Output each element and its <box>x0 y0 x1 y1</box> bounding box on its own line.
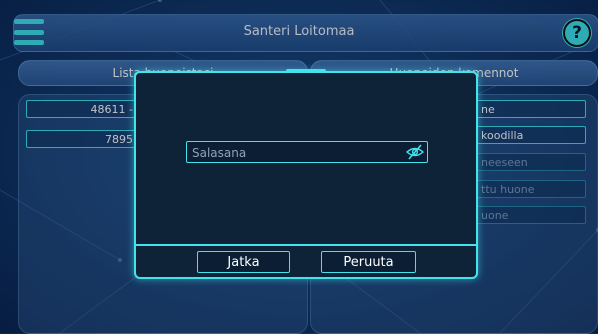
cancel-button[interactable]: Peruuta <box>321 251 416 273</box>
continue-button[interactable]: Jatka <box>197 251 290 273</box>
password-input[interactable] <box>190 142 406 163</box>
dialog-handle <box>286 69 326 73</box>
password-field <box>186 141 428 163</box>
eye-slash-icon[interactable] <box>406 144 424 160</box>
password-dialog <box>134 71 478 279</box>
dialog-divider <box>134 244 478 246</box>
